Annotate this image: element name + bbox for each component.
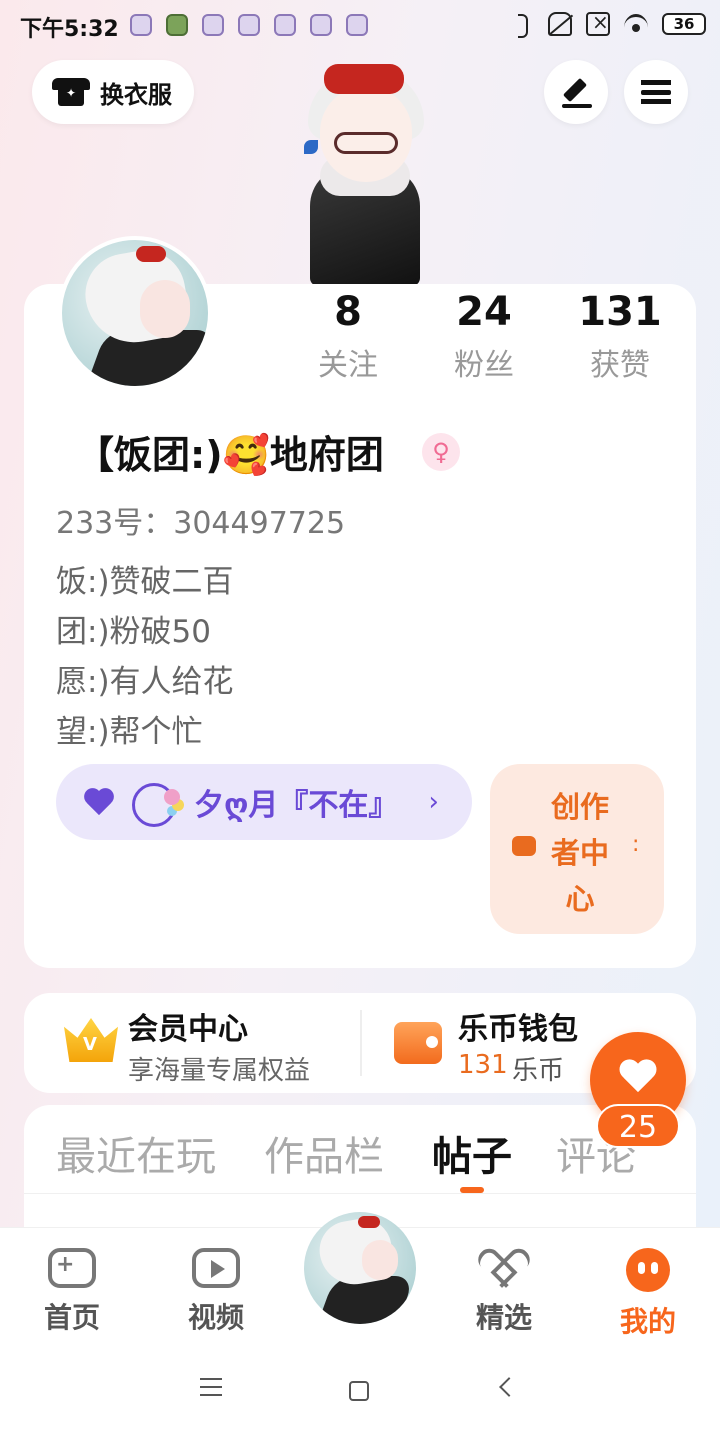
hamburger-icon <box>641 80 671 104</box>
bio-line: 愿:)有人给花 <box>56 664 234 700</box>
bio-line: 饭:)赞破二百 <box>56 564 234 600</box>
stat-likes[interactable]: 131 获赞 <box>565 288 675 384</box>
butterfly-icon <box>304 140 318 154</box>
stat-fans-count: 24 <box>456 289 512 335</box>
bluetooth-icon <box>510 12 534 36</box>
creator-center-button[interactable]: 创作者中心 : <box>490 764 664 934</box>
chevron-right-icon: : <box>632 832 640 857</box>
like-count-badge: 25 <box>596 1104 680 1148</box>
edit-profile-button[interactable] <box>544 60 608 124</box>
notification-game-icon <box>166 14 188 36</box>
gender-female-icon: ♀ <box>422 433 460 471</box>
status-bar: 下午5:32 36 <box>0 0 720 50</box>
divider <box>360 1010 362 1076</box>
nav-video-label: 视频 <box>187 1301 244 1334</box>
stat-fans[interactable]: 24 粉丝 <box>429 288 539 384</box>
avatar[interactable] <box>58 236 212 390</box>
nav-home-label: 首页 <box>43 1301 100 1334</box>
nav-me[interactable]: 我的 <box>598 1248 698 1340</box>
nav-featured[interactable]: 精选 <box>454 1248 554 1336</box>
stat-fans-label: 粉丝 <box>454 348 514 383</box>
battery-icon: 36 <box>662 13 706 35</box>
home-icon[interactable] <box>349 1381 369 1401</box>
nav-me-label: 我的 <box>619 1305 676 1338</box>
nav-avatar-button[interactable] <box>304 1212 416 1324</box>
notification-icon <box>130 14 152 36</box>
wallet-unit: 乐币 <box>512 1056 565 1086</box>
bio-line: 团:)粉破50 <box>56 614 211 650</box>
status-time: 下午5:32 <box>20 17 119 42</box>
notification-icon <box>238 14 260 36</box>
change-outfit-button[interactable]: ✦ 换衣服 <box>32 60 194 124</box>
bio-line: 望:)帮个忙 <box>56 714 203 750</box>
wallet-amount: 131 <box>458 1050 508 1080</box>
me-icon <box>626 1248 670 1292</box>
tab-recent-play[interactable]: 最近在玩 <box>56 1124 216 1182</box>
heart-icon <box>618 1060 658 1096</box>
divider <box>24 1193 696 1194</box>
pen-icon <box>562 78 592 108</box>
heart-icon <box>482 1248 526 1288</box>
gamepad-icon <box>512 836 536 856</box>
stat-likes-label: 获赞 <box>590 348 650 383</box>
stat-following-count: 8 <box>334 289 362 335</box>
avatar-3d-character[interactable] <box>290 56 440 286</box>
stat-following[interactable]: 8 关注 <box>293 288 403 384</box>
notification-icon <box>202 14 224 36</box>
creator-center-label: 创作者中心 <box>550 790 609 916</box>
notification-icon <box>274 14 296 36</box>
stat-likes-count: 131 <box>578 289 662 335</box>
crown-icon <box>64 1018 118 1066</box>
menu-button[interactable] <box>624 60 688 124</box>
wifi-icon <box>624 12 648 36</box>
mute-icon <box>548 12 572 36</box>
shirt-icon: ✦ <box>52 76 90 108</box>
wallet-title[interactable]: 乐币钱包 <box>458 1004 578 1048</box>
video-icon <box>192 1248 240 1288</box>
tab-posts[interactable]: 帖子 <box>432 1124 512 1182</box>
notification-icon <box>310 14 332 36</box>
nickname: 【饭团:)🥰地府团 <box>76 433 384 477</box>
notification-icon <box>346 14 368 36</box>
nav-home[interactable]: 首页 <box>22 1248 122 1336</box>
guild-button[interactable]: 夕ღ月『不在』 › <box>56 764 472 840</box>
member-center-title[interactable]: 会员中心 <box>128 1004 248 1048</box>
gamepad-icon <box>48 1248 96 1288</box>
stat-following-label: 关注 <box>318 348 378 383</box>
user-id[interactable]: 233号：304497725 <box>56 498 345 542</box>
guild-name: 夕ღ月『不在』 <box>194 788 399 823</box>
nav-featured-label: 精选 <box>475 1301 532 1334</box>
guild-emoji-icon <box>124 779 186 827</box>
member-center-subtitle: 享海量专属权益 <box>128 1056 311 1086</box>
nav-video[interactable]: 视频 <box>166 1248 266 1336</box>
tab-works[interactable]: 作品栏 <box>264 1124 384 1182</box>
purple-heart-icon <box>82 787 116 817</box>
chevron-right-icon: › <box>428 787 439 817</box>
recent-apps-icon[interactable] <box>200 1378 222 1396</box>
wallet-icon <box>394 1022 442 1064</box>
change-outfit-label: 换衣服 <box>100 80 172 109</box>
no-sim-icon <box>586 10 610 36</box>
